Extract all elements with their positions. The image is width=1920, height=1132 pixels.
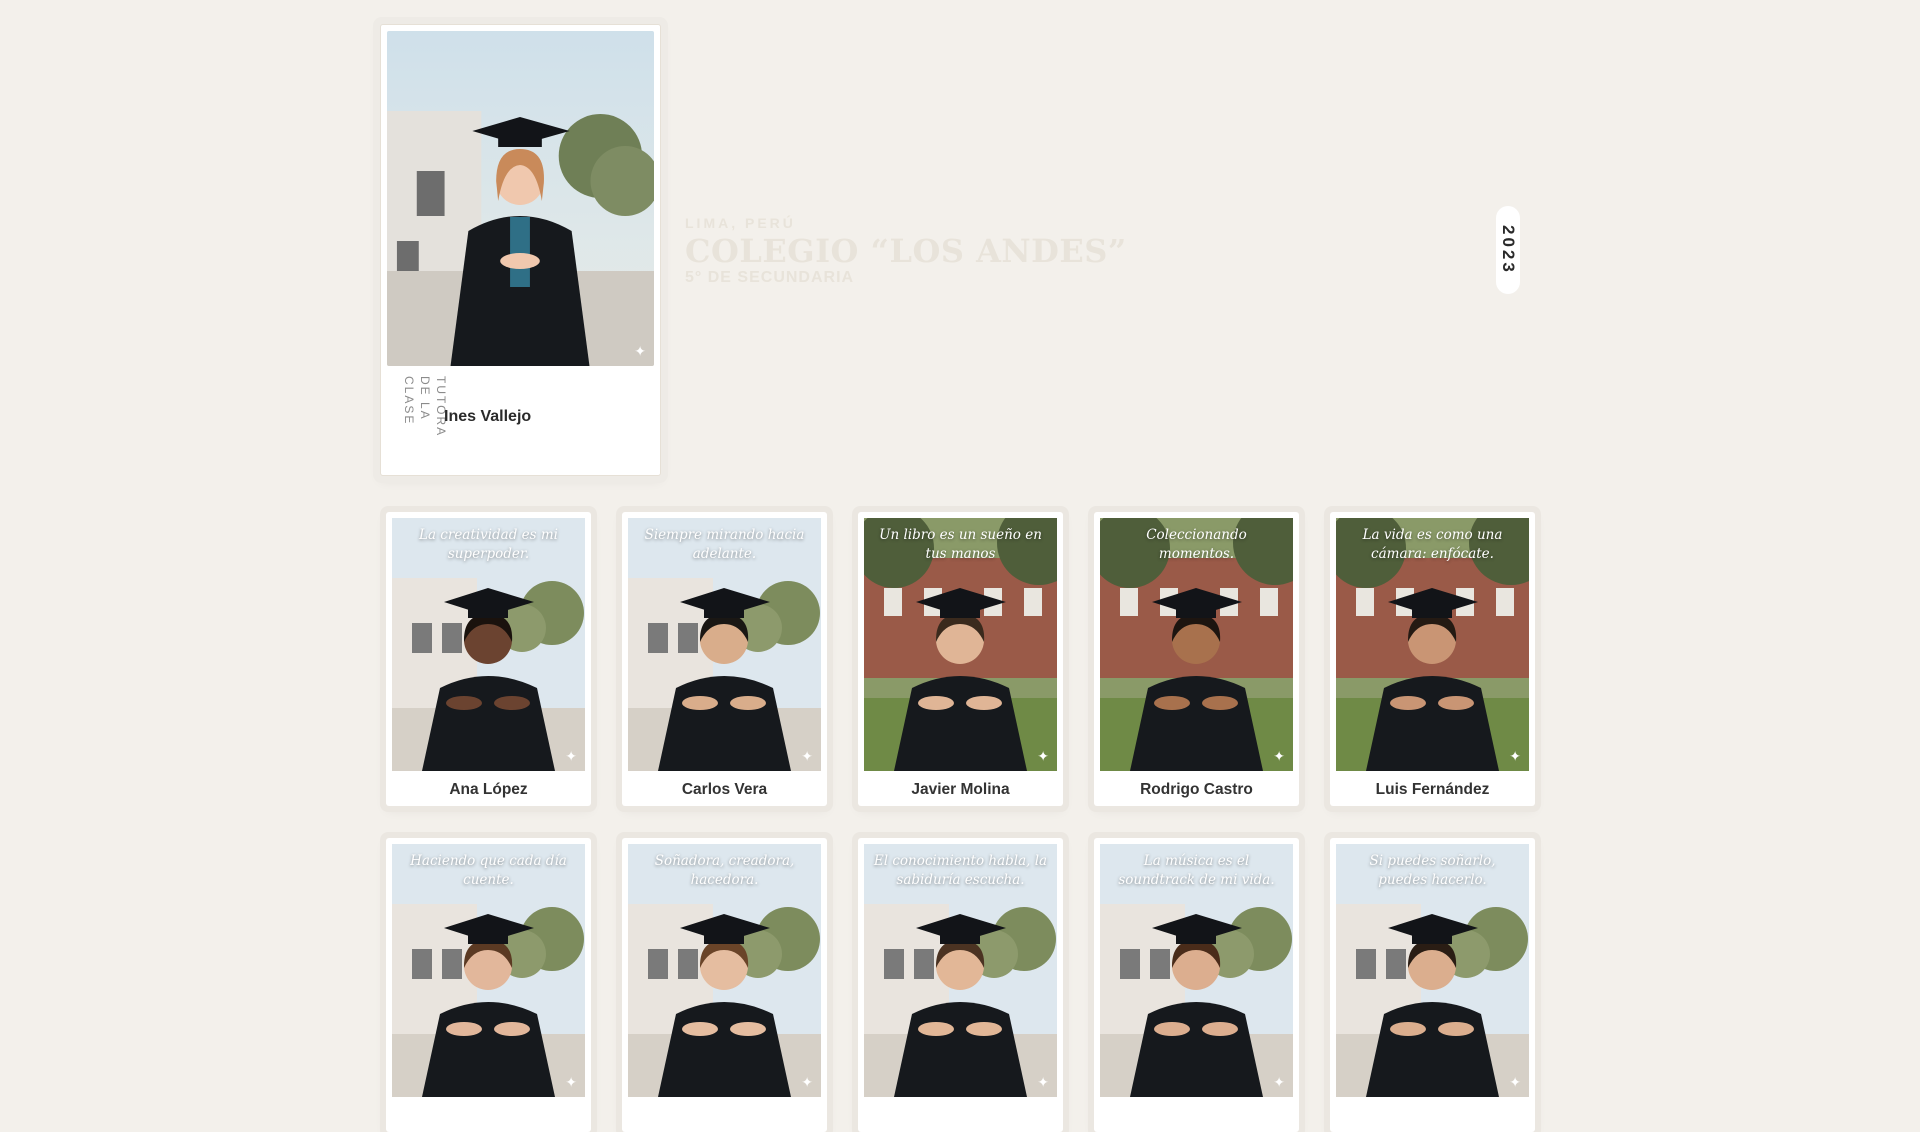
student-card[interactable]: Coleccionando momentos. ✦ Rodrigo Castro bbox=[1094, 512, 1299, 806]
student-quote: La vida es como una cámara: enfócate. bbox=[1362, 527, 1503, 562]
student-name: Rodrigo Castro bbox=[1140, 781, 1253, 798]
teacher-role-label: TUTORA DE LA CLASE bbox=[402, 376, 448, 437]
sparkle-icon: ✦ bbox=[634, 343, 646, 359]
sparkle-icon: ✦ bbox=[801, 748, 813, 764]
student-photo: Haciendo que cada día cuente. ✦ bbox=[392, 844, 585, 1097]
student-quote: La creatividad es mi superpoder. bbox=[419, 527, 558, 562]
student-card[interactable]: La vida es como una cámara: enfócate. ✦ Lu… bbox=[1330, 512, 1535, 806]
student-card[interactable]: Un libro es un sueño en tus manos ✦ Javier… bbox=[858, 512, 1063, 806]
teacher-portrait-image bbox=[387, 31, 654, 366]
sparkle-icon: ✦ bbox=[1273, 748, 1285, 764]
student-name bbox=[1100, 1097, 1293, 1132]
student-name bbox=[1336, 1097, 1529, 1132]
student-quote: Un libro es un sueño en tus manos bbox=[879, 527, 1042, 562]
student-quote: Soñadora, creadora, hacedora. bbox=[654, 853, 795, 888]
sparkle-icon: ✦ bbox=[1509, 748, 1521, 764]
student-card[interactable]: Haciendo que cada día cuente. ✦ bbox=[386, 838, 591, 1132]
sparkle-icon: ✦ bbox=[565, 748, 577, 764]
student-photo: Soñadora, creadora, hacedora. ✦ bbox=[628, 844, 821, 1097]
sparkle-icon: ✦ bbox=[1037, 1074, 1049, 1090]
student-photo: Un libro es un sueño en tus manos ✦ bbox=[864, 518, 1057, 771]
student-photo: La creatividad es mi superpoder. ✦ bbox=[392, 518, 585, 771]
student-card[interactable]: La creatividad es mi superpoder. ✦ Ana Lóp… bbox=[386, 512, 591, 806]
student-photo: Siempre mirando hacia adelante. ✦ bbox=[628, 518, 821, 771]
student-quote: Si puedes soñarlo, puedes hacerlo. bbox=[1369, 853, 1496, 888]
student-photo: Coleccionando momentos. ✦ bbox=[1100, 518, 1293, 771]
student-name: Luis Fernández bbox=[1375, 781, 1490, 798]
teacher-name: Ines Vallejo bbox=[444, 408, 532, 425]
student-card[interactable]: Si puedes soñarlo, puedes hacerlo. ✦ bbox=[1330, 838, 1535, 1132]
student-photo: Si puedes soñarlo, puedes hacerlo. ✦ bbox=[1336, 844, 1529, 1097]
student-quote: La música es el soundtrack de mi vida. bbox=[1118, 853, 1275, 888]
sparkle-icon: ✦ bbox=[1273, 1074, 1285, 1090]
student-photo: El conocimiento habla, la sabiduría escu… bbox=[864, 844, 1057, 1097]
sparkle-icon: ✦ bbox=[565, 1074, 577, 1090]
student-name: Carlos Vera bbox=[681, 781, 768, 798]
student-name bbox=[628, 1097, 821, 1132]
sparkle-icon: ✦ bbox=[801, 1074, 813, 1090]
school-title: COLEGIO “LOS ANDES” bbox=[685, 232, 1127, 270]
sparkle-icon: ✦ bbox=[1037, 748, 1049, 764]
student-quote: Siempre mirando hacia adelante. bbox=[644, 527, 805, 562]
student-name: Javier Molina bbox=[911, 781, 1010, 798]
student-card[interactable]: El conocimiento habla, la sabiduría escu… bbox=[858, 838, 1063, 1132]
student-photo: La música es el soundtrack de mi vida. ✦ bbox=[1100, 844, 1293, 1097]
student-quote: Haciendo que cada día cuente. bbox=[410, 853, 567, 888]
student-photo: La vida es como una cámara: enfócate. ✦ bbox=[1336, 518, 1529, 771]
sparkle-icon: ✦ bbox=[1509, 1074, 1521, 1090]
student-quote: Coleccionando momentos. bbox=[1146, 527, 1247, 562]
year-badge: 2023 bbox=[1496, 206, 1520, 294]
student-quote: El conocimiento habla, la sabiduría escu… bbox=[873, 853, 1048, 888]
teacher-card[interactable]: ✦ TUTORA DE LA CLASE Ines Vallejo bbox=[380, 24, 661, 476]
teacher-photo: ✦ bbox=[387, 31, 654, 366]
grade-label: 5° DE SECUNDARIA bbox=[685, 269, 855, 286]
student-card[interactable]: La música es el soundtrack de mi vida. ✦ bbox=[1094, 838, 1299, 1132]
city-label: LIMA, PERÚ bbox=[685, 215, 796, 231]
title-block: LIMA, PERÚ COLEGIO “LOS ANDES” 5° DE SEC… bbox=[685, 215, 1127, 287]
teacher-footer: TUTORA DE LA CLASE Ines Vallejo bbox=[387, 366, 654, 469]
student-card[interactable]: Soñadora, creadora, hacedora. ✦ bbox=[622, 838, 827, 1132]
student-card[interactable]: Siempre mirando hacia adelante. ✦ Carlos V… bbox=[622, 512, 827, 806]
student-name bbox=[864, 1097, 1057, 1132]
student-name: Ana López bbox=[449, 781, 528, 798]
year-label: 2023 bbox=[1499, 225, 1518, 275]
student-name bbox=[392, 1097, 585, 1132]
